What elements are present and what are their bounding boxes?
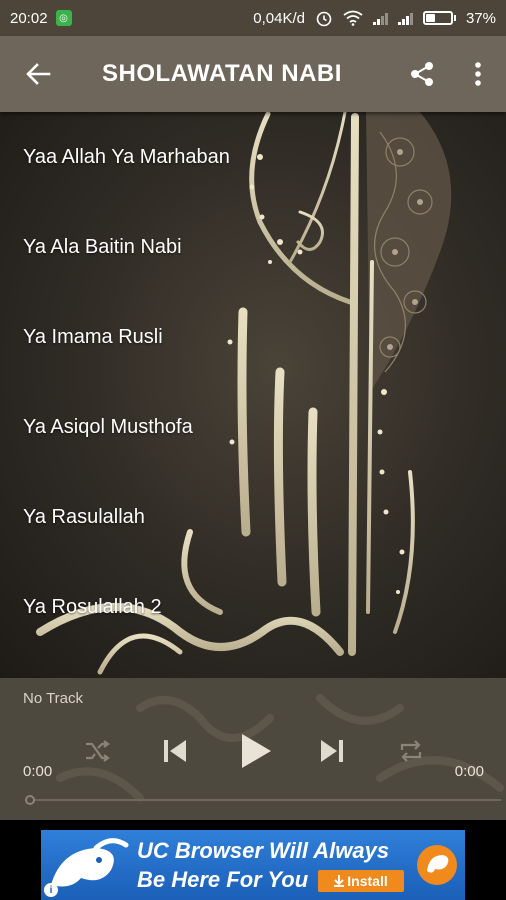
previous-button[interactable] <box>155 726 195 776</box>
share-icon <box>411 62 433 86</box>
track-title: Ya Rosulallah 2 <box>23 595 162 618</box>
seek-thumb[interactable] <box>25 795 35 805</box>
ad-info-icon[interactable]: i <box>44 883 58 897</box>
page-title: SHOLAWATAN NABI <box>102 60 342 87</box>
alarm-icon <box>316 11 332 27</box>
elapsed-time: 0:00 <box>23 763 53 780</box>
app-notification-icon: ◎ <box>55 10 72 26</box>
seek-bar[interactable] <box>25 794 501 806</box>
track-item-2[interactable]: Ya Ala Baitin Nabi <box>0 202 506 292</box>
battery-percent: 37% <box>465 9 496 27</box>
track-title: Ya Rasulallah <box>23 505 145 528</box>
wifi-icon <box>343 10 363 26</box>
ad-area: UC Browser Will Always Be Here For You I… <box>0 820 506 900</box>
media-player: No Track 0:00 0:00 <box>0 678 506 820</box>
arrow-left-icon <box>26 63 51 85</box>
track-title: Yaa Allah Ya Marhaban <box>23 145 230 168</box>
more-vert-icon <box>475 62 481 86</box>
track-title: Ya Imama Rusli <box>23 325 163 348</box>
track-item-3[interactable]: Ya Imama Rusli <box>0 292 506 382</box>
track-list: Yaa Allah Ya Marhaban Ya Ala Baitin Nabi… <box>0 112 506 652</box>
shuffle-button[interactable] <box>80 726 114 776</box>
ad-install-label: Install <box>347 873 388 889</box>
track-item-5[interactable]: Ya Rasulallah <box>0 472 506 562</box>
repeat-button[interactable] <box>394 726 428 776</box>
signal-icon <box>372 11 388 25</box>
ad-subline: Be Here For You <box>137 867 309 892</box>
total-time: 0:00 <box>454 763 484 780</box>
play-icon <box>242 734 271 768</box>
skip-previous-icon <box>164 740 186 762</box>
player-controls <box>0 726 506 776</box>
network-speed: 0,04K/d <box>253 9 305 27</box>
skip-next-icon <box>321 740 343 762</box>
ad-headline: UC Browser Will Always <box>137 838 390 863</box>
track-list-container[interactable]: Yaa Allah Ya Marhaban Ya Ala Baitin Nabi… <box>0 112 506 678</box>
track-item-6[interactable]: Ya Rosulallah 2 <box>0 562 506 652</box>
track-title: Ya Asiqol Musthofa <box>23 415 193 438</box>
seek-track <box>25 799 501 801</box>
more-options-button[interactable] <box>450 36 506 112</box>
track-title: Ya Ala Baitin Nabi <box>23 235 182 258</box>
status-bar: 20:02 ◎ 0,04K/d 37% <box>0 0 506 36</box>
back-button[interactable] <box>0 36 76 112</box>
battery-icon <box>422 11 456 25</box>
track-item-1[interactable]: Yaa Allah Ya Marhaban <box>0 112 506 202</box>
signal-icon-2 <box>397 11 413 25</box>
share-button[interactable] <box>394 36 450 112</box>
repeat-icon <box>400 740 422 762</box>
ad-banner[interactable]: UC Browser Will Always Be Here For You I… <box>41 830 465 900</box>
uc-browser-logo <box>417 845 457 885</box>
track-item-4[interactable]: Ya Asiqol Musthofa <box>0 382 506 472</box>
next-button[interactable] <box>312 726 352 776</box>
download-icon <box>334 875 345 887</box>
app-bar: SHOLAWATAN NABI <box>0 36 506 112</box>
now-playing-label: No Track <box>23 690 84 707</box>
ad-install-button[interactable]: Install <box>318 870 404 892</box>
shuffle-icon <box>86 740 110 762</box>
play-button[interactable] <box>233 726 279 776</box>
status-time: 20:02 <box>10 9 48 27</box>
